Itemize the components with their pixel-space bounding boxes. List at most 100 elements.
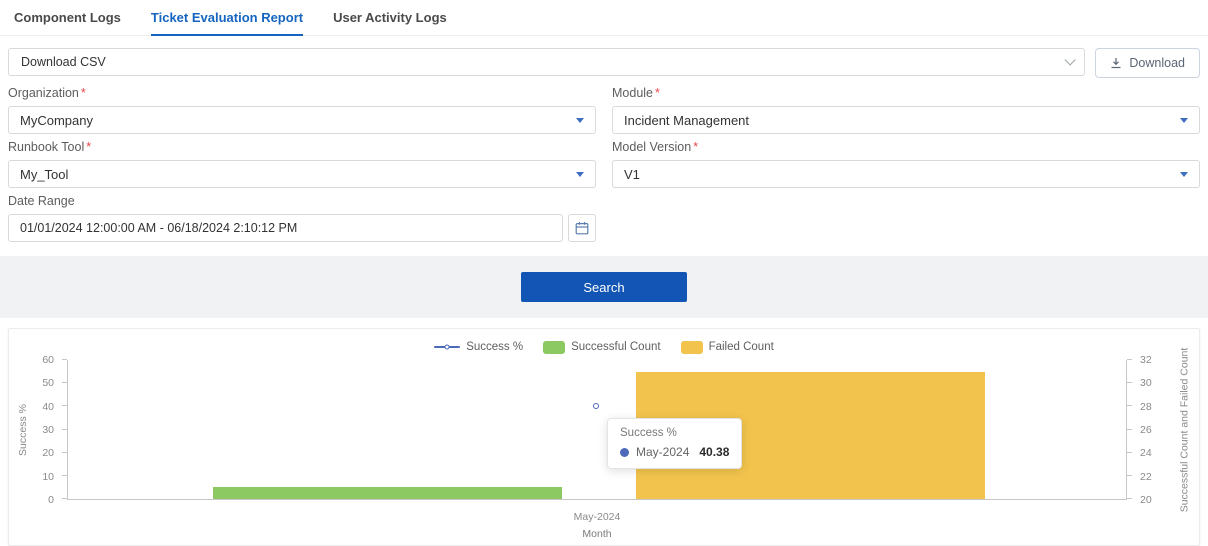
- left-axis-tick-mark: [62, 382, 67, 383]
- tab-component-logs[interactable]: Component Logs: [14, 10, 121, 35]
- legend-label-success-pct: Success %: [466, 341, 523, 353]
- download-label: Download: [1129, 56, 1185, 70]
- date-range-value: 01/01/2024 12:00:00 AM - 06/18/2024 2:10…: [20, 221, 297, 235]
- right-axis-tick-label: 20: [1140, 494, 1152, 506]
- module-field: Module* Incident Management: [612, 86, 1200, 134]
- date-range-label: Date Range: [8, 194, 596, 208]
- left-axis-tick-mark: [62, 498, 67, 499]
- right-axis-tick-label: 24: [1140, 447, 1152, 459]
- legend-item-success-pct[interactable]: Success %: [434, 341, 523, 353]
- right-axis-tick-label: 22: [1140, 471, 1152, 483]
- runbook-tool-select[interactable]: My_Tool: [8, 160, 596, 188]
- export-format-select[interactable]: Download CSV: [8, 48, 1085, 76]
- tab-ticket-evaluation-report[interactable]: Ticket Evaluation Report: [151, 10, 303, 36]
- module-select[interactable]: Incident Management: [612, 106, 1200, 134]
- calendar-icon: [575, 221, 589, 235]
- x-axis-title: Month: [67, 528, 1127, 540]
- tooltip-row: May-2024 40.38: [620, 445, 729, 459]
- left-axis-tick-mark: [62, 429, 67, 430]
- organization-field: Organization* MyCompany: [8, 86, 596, 134]
- chevron-down-icon: [1065, 54, 1076, 65]
- bar-successful-count[interactable]: [213, 487, 562, 499]
- chart-body: Success % Successful Count and Failed Co…: [9, 354, 1199, 544]
- right-axis-tick-label: 32: [1140, 354, 1152, 366]
- organization-value: MyCompany: [20, 113, 93, 128]
- right-axis-tick-mark: [1127, 498, 1132, 499]
- required-asterisk: *: [86, 140, 91, 154]
- runbook-tool-value: My_Tool: [20, 167, 68, 182]
- caret-down-icon: [1180, 118, 1188, 123]
- right-axis-tick-mark: [1127, 382, 1132, 383]
- module-label: Module*: [612, 86, 1200, 100]
- model-version-value: V1: [624, 167, 640, 182]
- left-axis-tick-mark: [62, 359, 67, 360]
- download-icon: [1110, 57, 1122, 69]
- x-axis-tick-label: May-2024: [67, 511, 1127, 523]
- left-axis-tick-mark: [62, 452, 67, 453]
- left-axis-tick-label: 20: [42, 447, 54, 459]
- bar-swatch-icon: [543, 341, 565, 354]
- legend-item-failed-count[interactable]: Failed Count: [681, 341, 774, 354]
- legend-item-successful-count[interactable]: Successful Count: [543, 341, 661, 354]
- required-asterisk: *: [693, 140, 698, 154]
- export-row: Download CSV Download: [8, 48, 1200, 78]
- calendar-button[interactable]: [568, 214, 596, 242]
- bar-swatch-icon: [681, 341, 703, 354]
- chart-legend: Success % Successful Count Failed Count: [9, 329, 1199, 354]
- export-format-value: Download CSV: [21, 55, 106, 69]
- tooltip-category: May-2024: [636, 445, 689, 459]
- left-axis-tick-label: 30: [42, 424, 54, 436]
- left-axis-tick-mark: [62, 405, 67, 406]
- right-axis-tick-label: 26: [1140, 424, 1152, 436]
- left-axis-tick-mark: [62, 475, 67, 476]
- module-value: Incident Management: [624, 113, 749, 128]
- left-axis-ticks: 0102030405060: [9, 360, 61, 500]
- tab-bar: Component Logs Ticket Evaluation Report …: [0, 0, 1208, 36]
- runbook-tool-field: Runbook Tool* My_Tool: [8, 140, 596, 188]
- left-axis-tick-label: 10: [42, 471, 54, 483]
- right-axis-ticks: 20222426283032: [1133, 360, 1199, 500]
- date-range-input[interactable]: 01/01/2024 12:00:00 AM - 06/18/2024 2:10…: [8, 214, 563, 242]
- right-axis-tick-mark: [1127, 405, 1132, 406]
- organization-select[interactable]: MyCompany: [8, 106, 596, 134]
- tooltip-series-name: Success %: [620, 427, 729, 439]
- legend-label-successful-count: Successful Count: [571, 341, 661, 353]
- chart-card: Success % Successful Count Failed Count …: [8, 328, 1200, 546]
- legend-label-failed-count: Failed Count: [709, 341, 774, 353]
- line-point-marker[interactable]: [593, 403, 599, 409]
- chart-plot: Success % May-2024 40.38: [67, 360, 1127, 500]
- right-axis-tick-mark: [1127, 452, 1132, 453]
- filter-form: Organization* MyCompany Module* Incident…: [8, 86, 1200, 242]
- search-button[interactable]: Search: [521, 272, 687, 302]
- date-range-wrap: 01/01/2024 12:00:00 AM - 06/18/2024 2:10…: [8, 214, 596, 242]
- line-series-icon: [434, 346, 460, 348]
- search-band: Search: [0, 256, 1208, 318]
- left-axis-tick-label: 0: [48, 494, 54, 506]
- right-axis-tick-mark: [1127, 429, 1132, 430]
- left-axis-tick-label: 60: [42, 354, 54, 366]
- right-axis-tick-label: 28: [1140, 401, 1152, 413]
- model-version-label: Model Version*: [612, 140, 1200, 154]
- tab-user-activity-logs[interactable]: User Activity Logs: [333, 10, 447, 35]
- required-asterisk: *: [655, 86, 660, 100]
- download-button[interactable]: Download: [1095, 48, 1200, 78]
- left-axis-tick-label: 40: [42, 401, 54, 413]
- runbook-tool-label: Runbook Tool*: [8, 140, 596, 154]
- series-dot-icon: [620, 448, 629, 457]
- right-axis-tick-mark: [1127, 475, 1132, 476]
- model-version-select[interactable]: V1: [612, 160, 1200, 188]
- model-version-field: Model Version* V1: [612, 140, 1200, 188]
- caret-down-icon: [576, 172, 584, 177]
- caret-down-icon: [1180, 172, 1188, 177]
- required-asterisk: *: [81, 86, 86, 100]
- organization-label: Organization*: [8, 86, 596, 100]
- right-axis-tick-mark: [1127, 359, 1132, 360]
- x-axis-labels: May-2024 Month: [67, 511, 1127, 540]
- tooltip-value: 40.38: [699, 445, 729, 459]
- left-axis-tick-label: 50: [42, 377, 54, 389]
- right-axis-tick-label: 30: [1140, 377, 1152, 389]
- chart-tooltip: Success % May-2024 40.38: [607, 418, 742, 469]
- caret-down-icon: [576, 118, 584, 123]
- date-range-field: Date Range 01/01/2024 12:00:00 AM - 06/1…: [8, 194, 596, 242]
- line-marker-icon: [445, 345, 450, 350]
